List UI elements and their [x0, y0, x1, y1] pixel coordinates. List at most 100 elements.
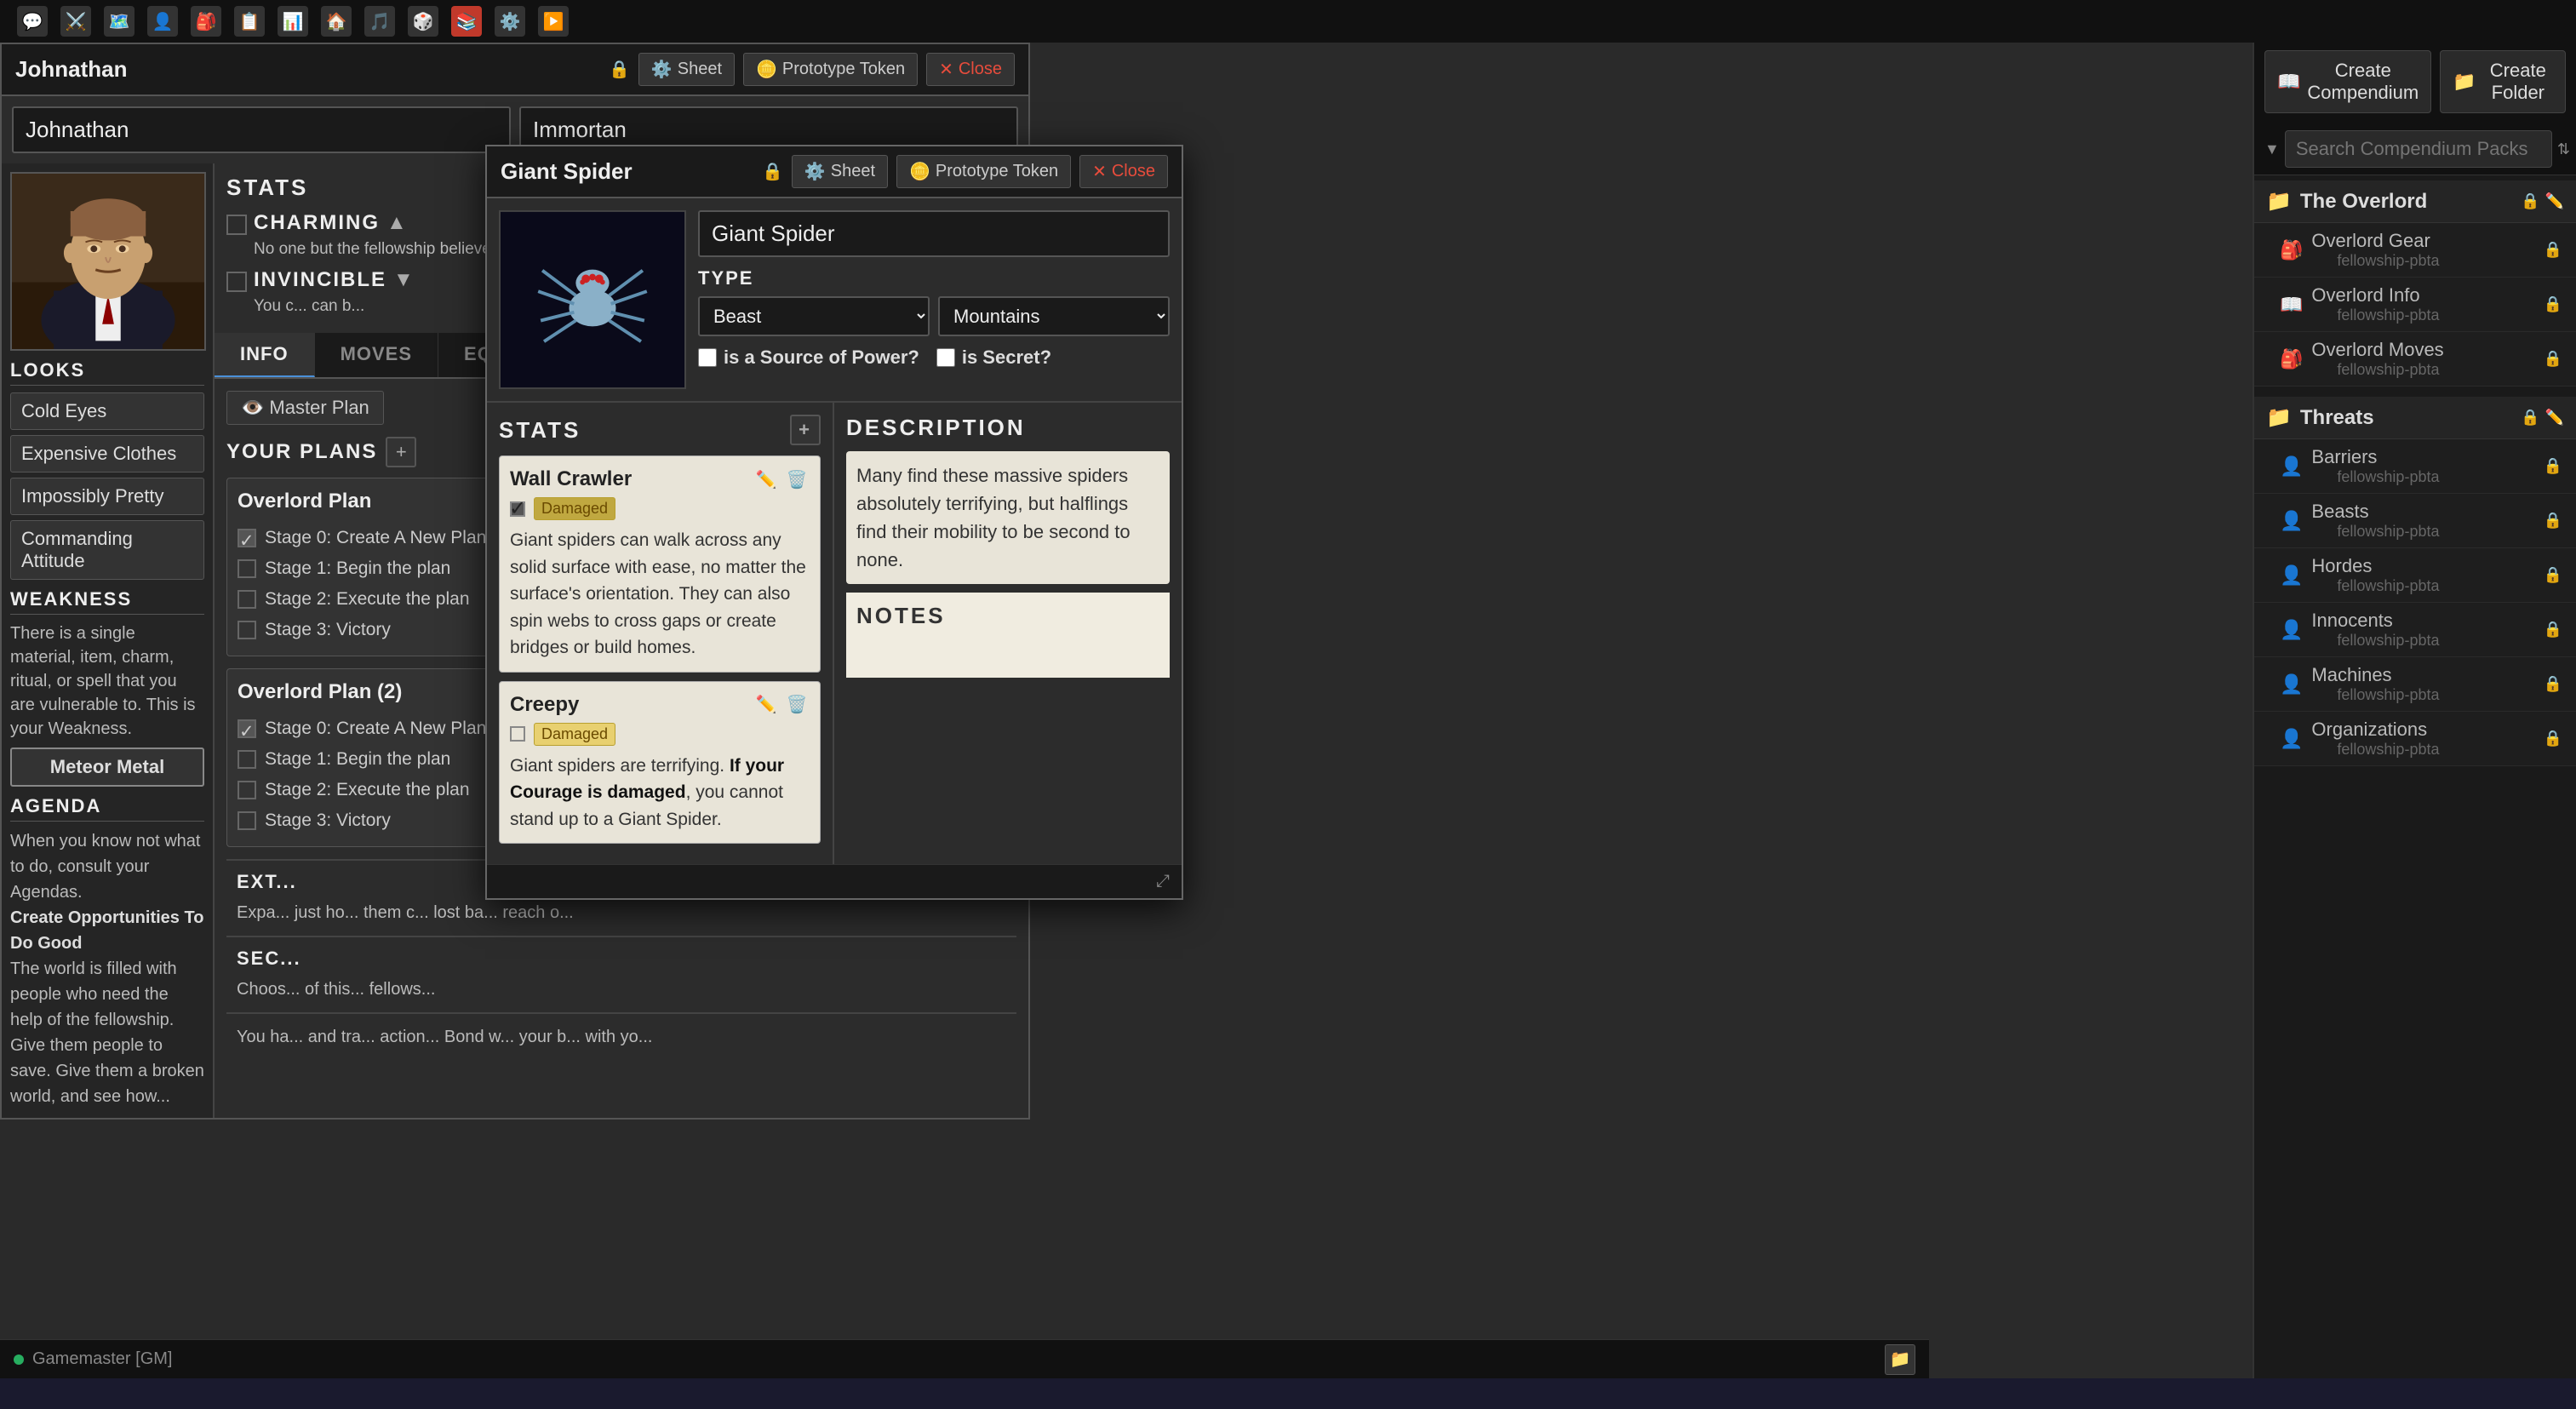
search-compendium-input[interactable] [2285, 130, 2552, 168]
machines-lock: 🔒 [2544, 675, 2562, 693]
sort-icon[interactable]: ⇅ [2557, 140, 2570, 158]
spider-title: Giant Spider [501, 158, 753, 185]
prototype-token-btn[interactable]: 🪙 Prototype Token [743, 53, 918, 86]
looks-item-cold-eyes[interactable]: Cold Eyes [10, 392, 204, 430]
char-sheet-btn[interactable]: ⚙️ Sheet [638, 53, 735, 86]
innocents-icon: 👤 [2280, 619, 2303, 641]
threats-edit-icon[interactable]: ✏️ [2545, 409, 2564, 427]
dice-icon[interactable]: 🎲 [408, 6, 438, 37]
items-icon[interactable]: 🎒 [191, 6, 221, 37]
plan-1-stage-2-checkbox[interactable] [238, 590, 256, 609]
add-spider-stat-btn[interactable]: + [790, 415, 821, 445]
notes-title: NOTES [856, 603, 1159, 629]
spider-token-btn[interactable]: 🪙 Prototype Token [896, 155, 1071, 188]
barriers-item[interactable]: 👤 Barriers fellowship-pbta 🔒 [2254, 439, 2576, 494]
plan-1-stage-0-checkbox[interactable]: ✓ [238, 529, 256, 547]
plan-2-stage-1-checkbox[interactable] [238, 750, 256, 769]
tables-icon[interactable]: 📊 [278, 6, 308, 37]
is-secret-label: is Secret? [936, 347, 1051, 369]
create-compendium-btn[interactable]: 📖 Create Compendium [2264, 50, 2431, 113]
barriers-lock: 🔒 [2544, 457, 2562, 475]
wall-crawler-edit-btn[interactable]: ✏️ [753, 467, 779, 492]
overlord-lock-icon: 🔒 [2521, 192, 2539, 210]
tab-info[interactable]: INFO [215, 333, 315, 377]
organizations-icon: 👤 [2280, 728, 2303, 750]
settings-icon[interactable]: ⚙️ [495, 6, 525, 37]
organizations-item[interactable]: 👤 Organizations fellowship-pbta 🔒 [2254, 712, 2576, 766]
map-icon[interactable]: 🗺️ [104, 6, 135, 37]
spider-checkbox-row: is a Source of Power? is Secret? [698, 347, 1170, 369]
spider-bottom-bar: ⤢ [487, 864, 1182, 898]
spider-svg [501, 210, 684, 389]
source-of-power-checkbox[interactable] [698, 348, 717, 367]
threats-section: 📁 Threats 🔒 ✏️ 👤 Barriers fellowship-pbt… [2254, 392, 2576, 771]
plan-1-stage-3-checkbox[interactable] [238, 621, 256, 639]
first-name-input[interactable] [12, 106, 511, 153]
looks-item-expensive-clothes[interactable]: Expensive Clothes [10, 435, 204, 473]
threats-header[interactable]: 📁 Threats 🔒 ✏️ [2254, 397, 2576, 439]
char-sheet-close-btn[interactable]: ✕ Close [926, 53, 1015, 86]
tab-moves[interactable]: MOVES [315, 333, 438, 377]
spider-habitat-select[interactable]: Mountains Forest Desert Plains Ruins [938, 296, 1170, 336]
compendium-icon[interactable]: 📚 [451, 6, 482, 37]
chat-icon[interactable]: 💬 [17, 6, 48, 37]
combat-icon[interactable]: ⚔️ [60, 6, 91, 37]
creepy-delete-btn[interactable]: 🗑️ [784, 692, 810, 718]
token-icon: 🪙 [756, 59, 777, 80]
creepy-edit-btn[interactable]: ✏️ [753, 692, 779, 718]
weakness-value[interactable]: Meteor Metal [10, 747, 204, 787]
play-icon[interactable]: ▶️ [538, 6, 569, 37]
add-plan-btn[interactable]: + [386, 437, 416, 467]
spider-close-btn[interactable]: ✕ Close [1079, 155, 1168, 188]
extra-section-3: You ha... and tra... action... Bond w...… [226, 1012, 1016, 1060]
settings-small-icon: ⚙️ [651, 59, 673, 80]
overlord-edit-icon[interactable]: ✏️ [2545, 192, 2564, 210]
wall-crawler-delete-btn[interactable]: 🗑️ [784, 467, 810, 492]
looks-section-header: LOOKS [10, 359, 204, 386]
overlord-moves-item[interactable]: 🎒 Overlord Moves fellowship-pbta 🔒 [2254, 332, 2576, 387]
plan-2-stage-2-checkbox[interactable] [238, 781, 256, 799]
organizations-lock: 🔒 [2544, 730, 2562, 747]
spider-desc-text: Many find these massive spiders absolute… [846, 451, 1170, 584]
invincible-checkbox[interactable] [226, 272, 247, 292]
spider-sheet-btn[interactable]: ⚙️ Sheet [792, 155, 888, 188]
audio-icon[interactable]: 🎵 [364, 6, 395, 37]
hordes-item[interactable]: 👤 Hordes fellowship-pbta 🔒 [2254, 548, 2576, 603]
hordes-icon: 👤 [2280, 564, 2303, 587]
scenes-icon[interactable]: 🏠 [321, 6, 352, 37]
plan-2-stage-0-checkbox[interactable]: ✓ [238, 719, 256, 738]
the-overlord-header[interactable]: 📁 The Overlord 🔒 ✏️ [2254, 180, 2576, 223]
plan-1-stage-1-checkbox[interactable] [238, 559, 256, 578]
giant-spider-sheet: Giant Spider 🔒 ⚙️ Sheet 🪙 Prototype Toke… [485, 145, 1183, 900]
spider-type-select[interactable]: Beast Humanoid Entity Construct [698, 296, 930, 336]
close-icon: ✕ [939, 59, 953, 80]
is-secret-checkbox[interactable] [936, 348, 955, 367]
create-folder-btn[interactable]: 📁 Create Folder [2440, 50, 2566, 113]
sec-section-title: SEC... [237, 948, 1006, 970]
looks-item-impossibly-pretty[interactable]: Impossibly Pretty [10, 478, 204, 515]
looks-item-commanding-attitude[interactable]: Commanding Attitude [10, 520, 204, 580]
threats-folder-icon: 📁 [2266, 405, 2292, 430]
ext-text: Expa... just ho... them c... lost ba... … [237, 900, 1006, 925]
spider-name-input[interactable] [698, 210, 1170, 257]
plan-2-stage-3-checkbox[interactable] [238, 811, 256, 830]
creepy-damaged-checkbox[interactable] [510, 726, 525, 742]
journal-icon[interactable]: 📋 [234, 6, 265, 37]
plans-title: YOUR PLANS [226, 440, 377, 464]
main-area: Johnathan 🔒 ⚙️ Sheet 🪙 Prototype Token ✕… [0, 43, 2253, 1378]
eye-icon: 👁️ [241, 397, 264, 419]
creepy-text: Giant spiders are terrifying. If your Co… [510, 753, 810, 833]
wall-crawler-damaged-checkbox[interactable]: ✓ [510, 501, 525, 517]
actors-icon[interactable]: 👤 [147, 6, 178, 37]
machines-item[interactable]: 👤 Machines fellowship-pbta 🔒 [2254, 657, 2576, 712]
folder-icon-btn[interactable]: 📁 [1885, 1344, 1915, 1375]
beasts-item[interactable]: 👤 Beasts fellowship-pbta 🔒 [2254, 494, 2576, 548]
overlord-gear-item[interactable]: 🎒 Overlord Gear fellowship-pbta 🔒 [2254, 223, 2576, 278]
innocents-item[interactable]: 👤 Innocents fellowship-pbta 🔒 [2254, 603, 2576, 657]
folder-create-icon: 📁 [2453, 71, 2476, 93]
overlord-info-item[interactable]: 📖 Overlord Info fellowship-pbta 🔒 [2254, 278, 2576, 332]
spider-expand-btn[interactable]: ⤢ [1156, 872, 1170, 891]
master-plan-btn[interactable]: 👁️ Master Plan [226, 391, 384, 425]
spider-body: TYPE Beast Humanoid Entity Construct Mou… [487, 198, 1182, 401]
charming-checkbox[interactable] [226, 215, 247, 235]
